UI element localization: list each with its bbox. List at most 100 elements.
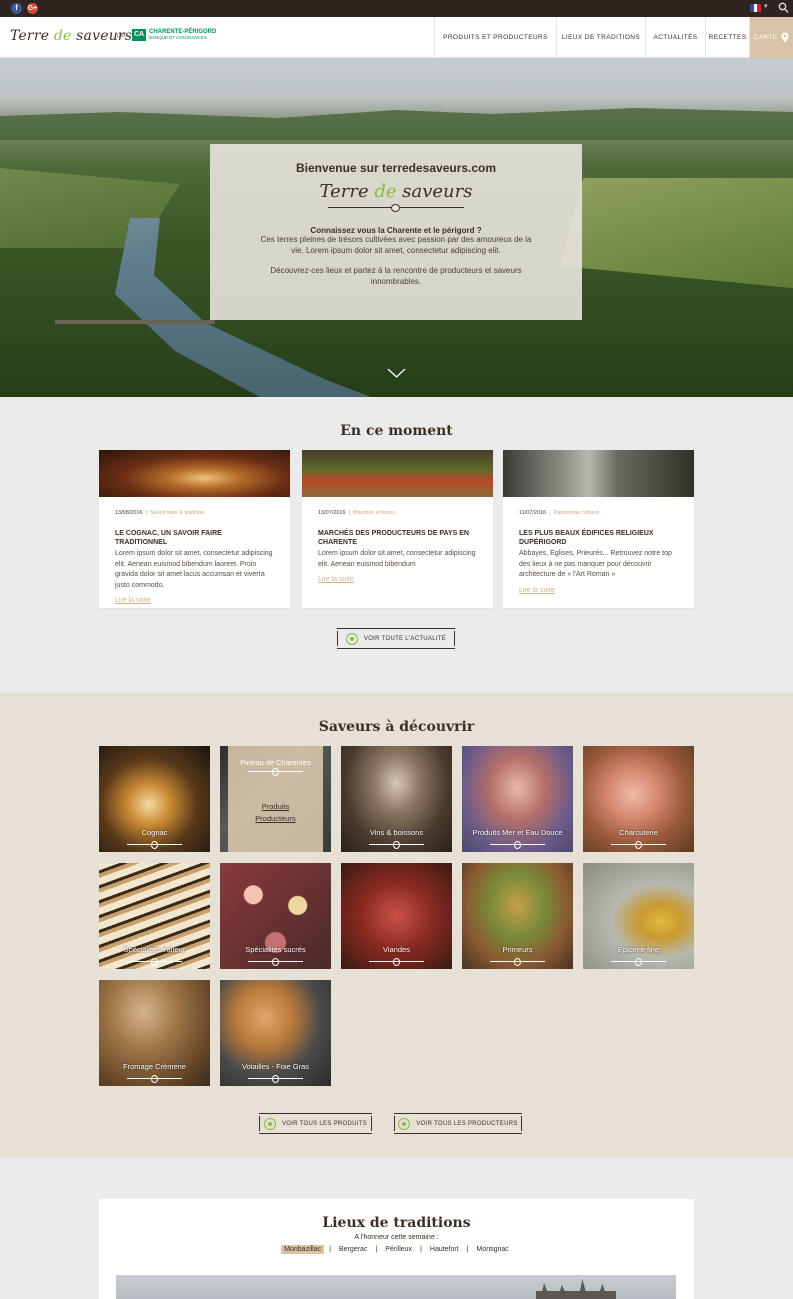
hero-logo-terre: Terre [319,181,375,202]
news-date: 13/08/2016 [115,510,143,516]
nav-produits-producteurs[interactable]: PRODUITS ET PRODUCTEURS [434,17,556,58]
tile-marker [490,958,545,966]
news-read-more-link[interactable]: Lire la suite [519,587,678,594]
category-tile-vins[interactable]: Vins & boissons [341,746,452,852]
hero-welcome-box: Bienvenue sur terredesaveurs.com Terre d… [210,144,582,320]
all-producers-button-label: VOIR TOUS LES PRODUCTEURS [416,1120,518,1127]
category-tile-label: Vins & boissons [369,828,424,837]
places-tab-monbazillac[interactable]: Monbazillac [281,1245,325,1254]
category-tile-cognac[interactable]: Cognac [99,746,210,852]
news-excerpt: Abbayes, Eglises, Prieurés... Retrouvez … [519,550,672,578]
category-tile-pineau[interactable]: Pineau de Charentes Produits Producteurs [220,746,331,852]
flavours-section: Saveurs à découvrir Cognac Pineau de Cha… [0,693,793,1158]
news-category[interactable]: Patrimoine culturel [554,510,600,516]
tile-marker [127,958,182,966]
nav-lieux-traditions[interactable]: LIEUX DE TRADITIONS [556,17,645,58]
places-tab-bergerac[interactable]: Bergerac [336,1245,370,1254]
places-tab-hautefort[interactable]: Hautefort [427,1245,462,1254]
news-excerpt: Lorem ipsum dolor sit amet, consectetur … [318,550,476,568]
flavours-section-title: Saveurs à découvrir [318,719,475,735]
eye-icon [398,1117,411,1130]
news-read-more-link[interactable]: Lire la suite [318,576,477,583]
news-category[interactable]: Savoir faire & tradition [150,510,204,516]
hero-fields-left [0,168,180,248]
french-flag-icon[interactable] [750,4,762,12]
places-image [116,1275,676,1299]
news-read-more-link[interactable]: Lire la suite [115,597,274,604]
partner-by-label: par [117,33,126,39]
tile-link-produits[interactable]: Produits [228,802,323,811]
tile-marker [248,958,303,966]
hero-question: Connaissez vous la Charente et le périgo… [310,226,482,235]
site-logo[interactable]: Terre de saveurs [10,28,132,44]
category-tile-traiteur[interactable]: Spécialités traiteur [99,863,210,969]
category-tile-label: Epicerie fine [617,945,660,954]
hero-logo: Terre de saveurs [210,181,582,202]
main-nav: PRODUITS ET PRODUCTEURS LIEUX DE TRADITI… [434,17,793,58]
news-section: En ce moment 13/08/2016 | Savoir faire & t… [0,397,793,693]
all-producers-button[interactable]: VOIR TOUS LES PRODUCTEURS [394,1113,522,1134]
places-tab-perilleux[interactable]: Périlleux [382,1245,415,1254]
news-meta: 13/07/2016 | Marchés et foires [318,510,396,516]
news-category[interactable]: Marchés et foires [353,510,395,516]
news-card[interactable]: 11/07/2016 | Patrimoine culturel LES PLUS … [503,450,694,608]
tab-separator: | [375,1246,378,1253]
category-tile-label: Fromage Crèmerie [123,1062,186,1071]
news-image-cognac [99,450,290,497]
category-tile-label: Charcuterie [619,828,658,837]
site-header: Terre de saveurs par CA CHARENTE-PÉRIGOR… [0,17,793,58]
category-tile-volailles[interactable]: Volailles - Foie Gras [220,980,331,1086]
facebook-icon[interactable]: f [11,3,22,14]
places-title: Lieux de traditions [322,1215,471,1231]
category-tile-mer[interactable]: Produits Mer et Eau Douce [462,746,573,852]
nav-actualites[interactable]: ACTUALITÉS [645,17,705,58]
hero-logo-saveurs: saveurs [396,181,473,202]
news-date: 11/07/2016 [519,510,547,516]
news-card[interactable]: 13/08/2016 | Savoir faire & tradition LE C… [99,450,290,608]
category-tile-sucres[interactable]: Spécialités sucrés [220,863,331,969]
category-tile-label: Volailles - Foie Gras [241,1062,310,1071]
news-image-church [503,450,694,497]
category-tile-viandes[interactable]: Viandes [341,863,452,969]
eye-icon [345,632,358,645]
news-title[interactable]: LES PLUS BEAUX ÉDIFICES RELIGIEUX DUPÉRI… [519,529,678,547]
category-tile-charcuterie[interactable]: Charcuterie [583,746,694,852]
castle-silhouette [536,1279,616,1299]
tile-link-producteurs[interactable]: Producteurs [228,814,323,823]
hero-hills [0,108,793,140]
nav-recettes[interactable]: RECETTES [705,17,749,58]
partner-tagline: BANQUE ET ASSURANCES [149,35,207,40]
news-section-title: En ce moment [340,423,453,439]
news-title[interactable]: MARCHÉS DES PRODUCTEURS DE PAYS EN CHARE… [318,529,477,547]
search-icon[interactable] [778,2,789,14]
hero-welcome-title: Bienvenue sur terredesaveurs.com [295,161,497,175]
eye-icon [263,1117,276,1130]
places-subtitle: A l'honneur cette semaine : [354,1234,439,1241]
tile-marker [248,768,303,776]
tile-marker [127,1075,182,1083]
all-products-button-label: VOIR TOUS LES PRODUITS [281,1120,368,1127]
chevron-down-icon[interactable]: ▾ [764,2,768,10]
google-plus-icon[interactable]: G+ [27,3,38,14]
tile-marker [127,841,182,849]
scroll-down-chevron-icon[interactable] [387,368,406,378]
category-tile-fromage[interactable]: Fromage Crèmerie [99,980,210,1086]
nav-carte[interactable]: CARTE [749,17,793,58]
category-tile-label: Spécialités sucrés [245,945,306,954]
logo-text-de: de [53,28,72,44]
partner-mark: CA [132,29,146,41]
hero-bridge [55,320,215,324]
category-tile-label: Pineau de Charentes [240,758,311,767]
all-news-button[interactable]: VOIR TOUTE L'ACTUALITÉ [337,628,455,649]
news-excerpt: Lorem ipsum dolor sit amet, consectetur … [115,550,273,589]
category-tile-epicerie[interactable]: Epicerie fine [583,863,694,969]
category-tile-primeurs[interactable]: Primeurs [462,863,573,969]
places-tabs: Monbazillac | Bergerac | Périlleux | Hau… [99,1245,694,1254]
news-meta: 11/07/2016 | Patrimoine culturel [519,510,600,516]
news-card[interactable]: 13/07/2016 | Marchés et foires MARCHÉS DES… [302,450,493,608]
all-products-button[interactable]: VOIR TOUS LES PRODUITS [259,1113,372,1134]
places-tab-montignac[interactable]: Montignac [474,1245,512,1254]
news-title[interactable]: LE COGNAC, UN SAVOIR FAIRE TRADITIONNEL [115,529,274,547]
category-tile-label: Primeurs [502,945,533,954]
partner-logo[interactable]: CA CHARENTE-PÉRIGORD BANQUE ET ASSURANCE… [132,29,216,41]
